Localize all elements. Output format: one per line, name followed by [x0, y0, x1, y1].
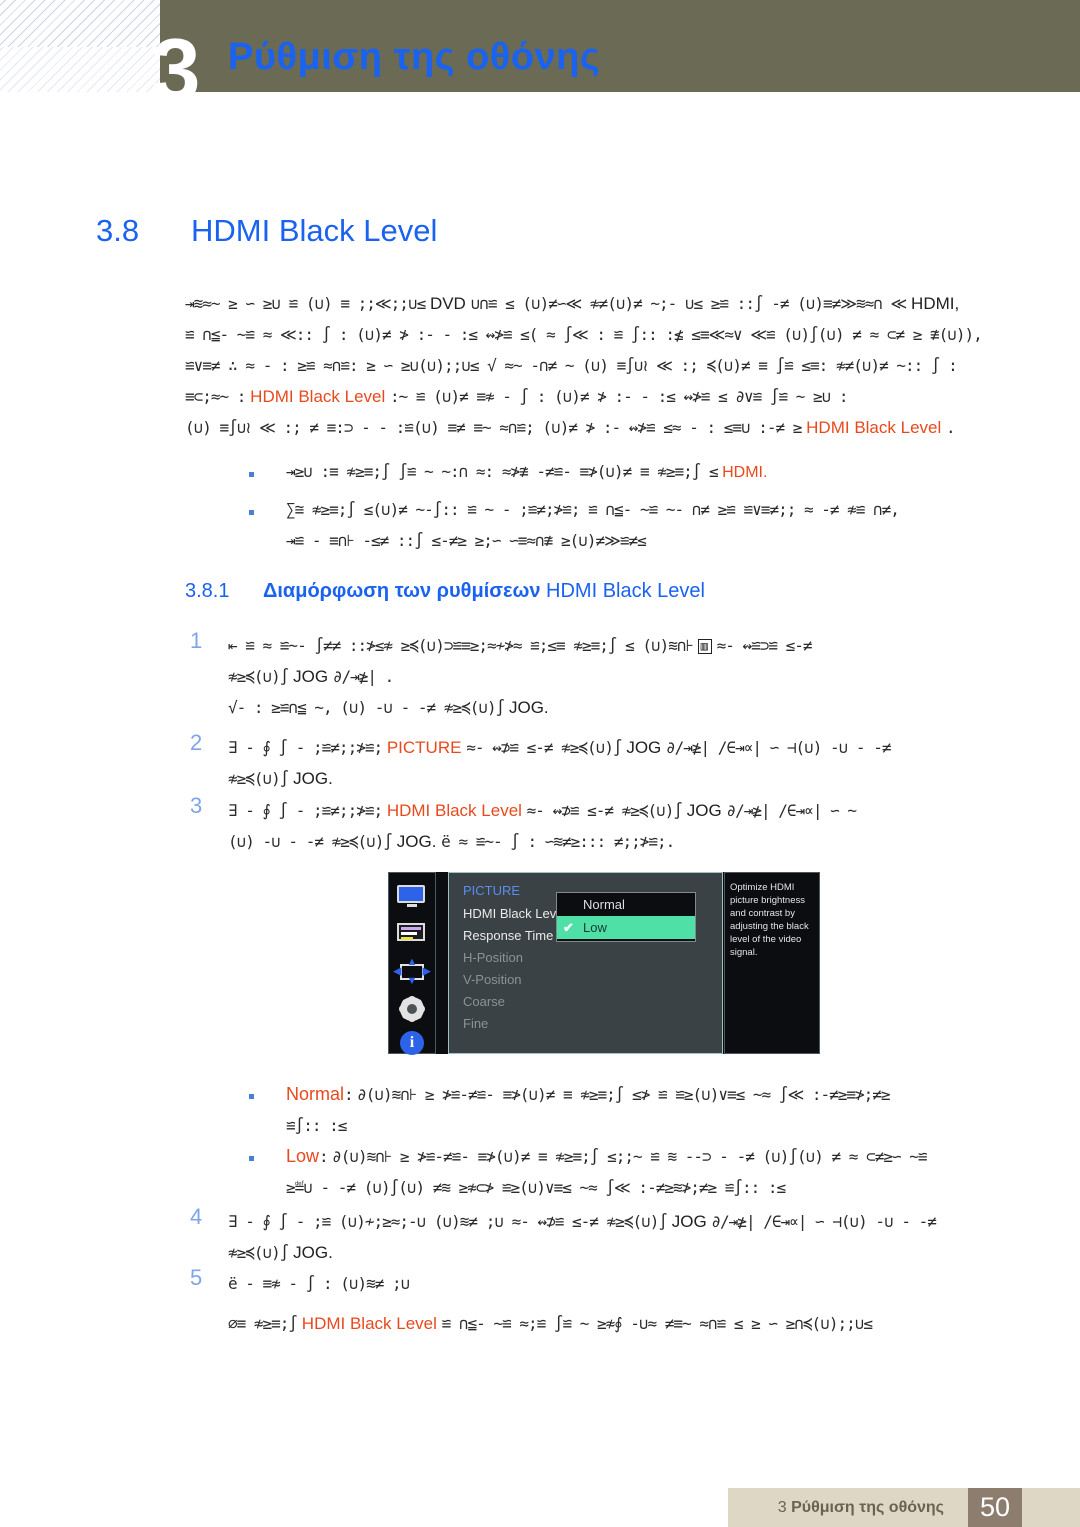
hdmi-highlight: HDMI.: [722, 464, 768, 481]
chapter-title: Ρύθμιση της οθόνης: [228, 36, 601, 78]
list-item: Normal: ∂(∪)≋∩⊦ ≥ ≯≌-≠≌- ≡≯(∪)≠ ≡ ≉≥≡;∫ …: [248, 1084, 891, 1105]
footer-chapter-number: 3: [777, 1499, 787, 1516]
step-line: ≉≥≼(∪)∫ JOG.: [228, 769, 333, 788]
subsection-heading: 3.8.1 Διαμόρφωση των ρυθμίσεων HDMI Black…: [185, 580, 705, 603]
step-number: 3: [190, 793, 203, 818]
step-number: 5: [190, 1265, 203, 1290]
picture-highlight: PICTURE: [386, 738, 462, 757]
page-number: 50: [968, 1488, 1022, 1527]
osd-menu-title: PICTURE: [463, 883, 521, 898]
header-mask: [160, 92, 1080, 136]
jog-label: JOG: [626, 738, 662, 757]
step-line: √- : ≥≌∩≦ ~, (∪) -∪ - -≠ ≉≥≼(∪)∫ JOG.: [228, 698, 549, 717]
bullet-dot-icon: [249, 510, 254, 515]
hdmi-black-level-highlight: HDMI Black Level: [250, 387, 386, 406]
step-line: ∃ - ∮ ∫ - ;≌≠;;≯≌; HDMI Black Level ≈- ↭…: [228, 801, 857, 820]
option-name-low: Low: [286, 1146, 320, 1166]
osd-description-panel: Optimize HDMI picture brightness and con…: [724, 872, 820, 1054]
bullet-dot-icon: [249, 472, 254, 477]
osd-option-normal[interactable]: Normal: [557, 893, 695, 916]
jog-label: JOG.: [293, 769, 333, 788]
list-item-continuation: ≥≝∪ - -≠ (∪)∫(∪) ≠≋ ≥≉⊂≯ ≌≥(∪)∨≡≤ ~≈ ∫≪ …: [286, 1178, 786, 1197]
subsection-number: 3.8.1: [185, 580, 230, 602]
intro-line-5: (∪) ≡∫∪≀ ≪ :; ≠ ≡:⊃ - - :≌(∪) ≡≠ ≡~ ≈∩≌;…: [185, 418, 956, 437]
section-number: 3.8: [96, 213, 140, 248]
intro-line-4: ≡⊂;≈~ : HDMI Black Level :~ ≌ (∪)≠ ≡≉ - …: [185, 387, 849, 406]
list-item-continuation: ≌∫:: :≤: [286, 1116, 347, 1135]
jog-label: JOG: [293, 667, 329, 686]
hdmi-black-level-highlight: HDMI Black Level: [806, 418, 942, 437]
step-number: 1: [190, 628, 203, 653]
intro-line-3: ≌∨≡≠ ∴ ≈ - : ≥≌ ≈∩≌: ≥ ∽ ≥∪(∪);;∪≤ √ ≈~ …: [185, 356, 958, 375]
intro-paragraph: ⇥≋≈~ ≥ ∽ ≥∪ ≌ (∪) ≡ ;;≪;;∪≤ DVD ∪∩≌ ≤ (∪…: [185, 288, 983, 443]
step-body: ∃ - ∮ ∫ - ;≌≠;;≯≌; HDMI Black Level ≈- ↭…: [228, 795, 857, 857]
step-line: ≉≥≼(∪)∫ JOG ∂/⇥≱| .: [228, 667, 394, 686]
step-body: ⇤ ≌ ≈ ≌~- ∫≠≠ ::≯≤≉ ≥≼(∪)⊃≌≡≥;≈≁≯≈ ≌;≤≡ …: [228, 630, 813, 723]
step-line: ∃ - ∮ ∫ - ;≌≠;;≯≌; PICTURE ≈- ↭⊅≌ ≤-≠ ≉≥…: [228, 738, 891, 757]
step-body: ∃ - ∮ ∫ - ;≌≠;;≯≌; PICTURE ≈- ↭⊅≌ ≤-≠ ≉≥…: [228, 732, 891, 794]
section-title: HDMI Black Level: [191, 213, 438, 248]
osd-option-low-label: Low: [583, 920, 607, 935]
option-name-normal: Normal: [286, 1084, 345, 1104]
osd-item-hdmi-black-level[interactable]: HDMI Black Level: [463, 906, 566, 921]
step-number: 4: [190, 1204, 203, 1229]
bullet-dot-icon: [249, 1156, 254, 1161]
osd-item-response-time[interactable]: Response Time: [463, 928, 566, 943]
list-item-continuation: ⇥≌ - ≡∩⊦ -≤≠ ::∫ ≤-≠≥ ≥;∽ ∽≡≈∩≇ ≥(∪)≠≫≌≠…: [286, 531, 647, 550]
osd-list-icon[interactable]: [397, 923, 427, 947]
list-item: Low: ∂(∪)≋∩⊦ ≥ ≯≌-≠≌- ≡≯(∪)≠ ≡ ≉≥≡;∫ ≤;;…: [248, 1146, 927, 1167]
osd-screenshot: ▲ ▼ ◀ ▶ i PICTURE HDMI Black Level Respons…: [388, 872, 820, 1055]
bullet-dot-icon: [249, 1094, 254, 1099]
check-icon: ✔: [563, 920, 574, 935]
osd-item-fine: Fine: [463, 1016, 489, 1031]
list-item: ⇥≥∪ :≡ ≉≥≡;∫ ∫≌ ~ ~:∩ ≈: ≈≯≇ -≠≌- ≡≯(∪)≠…: [248, 462, 767, 482]
intro-line-2: ≌ ∩≦- ~≌ ≈ ≪:: ∫ : (∪)≠ ≯ :- - :≤ ↭≯≌ ≤(…: [185, 325, 983, 344]
step-body: ∃ - ∮ ∫ - ;≌ (∪)≁;≥≈;-∪ (∪)≋≠ ;∪ ≈- ↭⊅≌ …: [228, 1206, 937, 1268]
subsection-title-greek: Διαμόρφωση των ρυθμίσεων: [263, 580, 541, 602]
step-number: 2: [190, 730, 203, 755]
osd-option-low[interactable]: ✔ Low: [557, 916, 695, 939]
osd-menu-list: HDMI Black Level Response Time H-Positio…: [463, 906, 566, 1038]
osd-description-text: Optimize HDMI picture brightness and con…: [730, 882, 809, 958]
footer-breadcrumb: 3 Ρύθμιση της οθόνης: [778, 1499, 944, 1517]
step-line: ⇤ ≌ ≈ ≌~- ∫≠≠ ::≯≤≉ ≥≼(∪)⊃≌≡≥;≈≁≯≈ ≌;≤≡ …: [228, 636, 813, 655]
step-body: ë - ≡≉ - ∫ : (∪)≋≠ ;∪: [228, 1274, 410, 1293]
hdmi-black-level-highlight: HDMI Black Level: [386, 801, 522, 820]
osd-item-coarse: Coarse: [463, 994, 505, 1009]
monitor-icon[interactable]: [397, 885, 427, 909]
jog-label: JOG: [671, 1212, 707, 1231]
jog-label: JOG.: [508, 698, 549, 717]
list-item: ∑≅ ≉≥≡;∫ ≤(∪)≠ ~-∫:: ≌ ~ - ;≌≠;≯≌; ≌ ∩≦-…: [248, 500, 900, 520]
info-icon[interactable]: i: [397, 1031, 427, 1055]
section-heading: 3.8 HDMI Black Level: [96, 213, 437, 249]
chapter-number-badge: 3: [151, 20, 201, 119]
final-note: ∅≡ ≉≥≡;∫ HDMI Black Level ≌ ∩≦- ~≌ ≈;≌ ∫…: [228, 1314, 873, 1333]
footer-chapter-title: Ρύθμιση της οθόνης: [791, 1499, 944, 1516]
step-line: ≉≥≼(∪)∫ JOG.: [228, 1243, 333, 1262]
osd-icon-rail: ▲ ▼ ◀ ▶ i: [388, 872, 436, 1055]
intro-line-1: ⇥≋≈~ ≥ ∽ ≥∪ ≌ (∪) ≡ ;;≪;;∪≤ DVD ∪∩≌ ≤ (∪…: [185, 294, 960, 313]
menu-key-icon: ▥: [697, 639, 712, 654]
jog-label: JOG: [686, 801, 722, 820]
position-arrows-icon[interactable]: ▲ ▼ ◀ ▶: [393, 957, 431, 987]
step-line: (∪) -∪ - -≠ ≉≥≼(∪)∫ JOG. ë ≈ ≌~- ∫ : ∽≋≠…: [228, 832, 675, 851]
jog-label: JOG.: [293, 1243, 333, 1262]
osd-item-h-position: H-Position: [463, 950, 523, 965]
gear-icon[interactable]: [397, 997, 427, 1021]
osd-dropdown: Normal ✔ Low: [556, 892, 696, 942]
jog-label: JOG.: [396, 832, 437, 851]
hdmi-black-level-highlight: HDMI Black Level: [301, 1314, 437, 1333]
step-line: ∃ - ∮ ∫ - ;≌ (∪)≁;≥≈;-∪ (∪)≋≠ ;∪ ≈- ↭⊅≌ …: [228, 1212, 937, 1231]
osd-item-v-position: V-Position: [463, 972, 522, 987]
subsection-title-latin: HDMI Black Level: [546, 580, 705, 602]
